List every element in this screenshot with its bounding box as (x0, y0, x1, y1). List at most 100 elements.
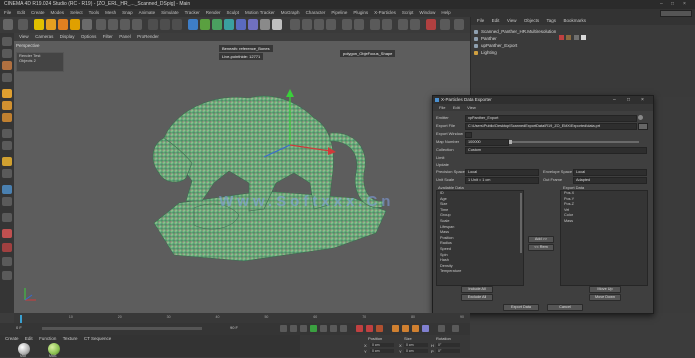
menu-item-mesh[interactable]: Mesh (105, 9, 116, 17)
edges-mode-icon[interactable] (2, 101, 12, 110)
timeline-settings-icon[interactable] (438, 325, 445, 332)
mat-menu-texture[interactable]: Texture (63, 335, 78, 342)
workplane-mode-icon[interactable] (2, 73, 12, 82)
keyframe-selection-icon[interactable] (376, 325, 383, 332)
snap-tool-icon[interactable] (2, 157, 12, 166)
menu-item-tools[interactable]: Tools (89, 9, 100, 17)
camera-icon[interactable] (260, 19, 270, 30)
render-picture-viewer-icon[interactable] (160, 19, 170, 30)
menu-item-snap[interactable]: Snap (122, 9, 133, 17)
menu-item-file[interactable]: File (4, 9, 11, 17)
slider-handle[interactable] (509, 140, 512, 144)
xp-emitter-icon[interactable] (290, 19, 300, 30)
dialog-menu-view[interactable]: View (467, 104, 476, 111)
layout-icon[interactable] (452, 325, 459, 332)
environment-icon[interactable] (248, 19, 258, 30)
menu-item-window[interactable]: Window (419, 9, 435, 17)
sculpt-brush-icon[interactable] (2, 185, 12, 194)
texture-mode-icon[interactable] (2, 61, 12, 70)
live-selection-icon[interactable] (34, 19, 44, 30)
array-icon[interactable] (224, 19, 234, 30)
mat-menu-edit[interactable]: Edit (25, 335, 33, 342)
mat-menu-ct-sequence[interactable]: CT Sequence (84, 335, 111, 342)
link-icon[interactable] (638, 115, 643, 120)
spline-icon[interactable] (200, 19, 210, 30)
rotation-h-field[interactable]: 0° (436, 343, 460, 347)
om-menu-view[interactable]: View (507, 17, 517, 25)
export-file-field[interactable]: C:\Users\Public\Desktop\ScannedExportDat… (465, 123, 637, 130)
previous-frame-icon[interactable] (300, 325, 307, 332)
exclude-all-button[interactable]: Exclude All (461, 294, 493, 301)
object-row[interactable]: Scanned_Panther_HR.Multiresolution (474, 28, 692, 35)
solo-icon[interactable] (2, 169, 12, 178)
envelope-select[interactable]: Local (573, 169, 647, 176)
object-row[interactable]: upPanther_Export (474, 42, 692, 49)
next-frame-icon[interactable] (320, 325, 327, 332)
points-mode-icon[interactable] (2, 89, 12, 98)
menu-item-tracker[interactable]: Tracker (185, 9, 200, 17)
start-frame[interactable]: 0 F (16, 325, 22, 330)
move-icon[interactable] (46, 19, 56, 30)
om-menu-file[interactable]: File (477, 17, 484, 25)
unit-scale-select[interactable]: 1 Unit = 1 cm (465, 177, 539, 184)
rotate-icon[interactable] (70, 19, 80, 30)
rotation-p-field[interactable]: 0° (436, 349, 460, 353)
om-menu-edit[interactable]: Edit (492, 17, 500, 25)
render-view-icon[interactable] (148, 19, 158, 30)
playhead[interactable] (20, 315, 22, 323)
mat-menu-function[interactable]: Function (39, 335, 56, 342)
layout-select[interactable] (660, 10, 692, 17)
go-to-start-icon[interactable] (280, 325, 287, 332)
x-axis-icon[interactable] (96, 19, 106, 30)
export-data-list[interactable]: Pos.X Pos.Y Pos.Z Vel Color Mass (560, 190, 648, 286)
minimize-icon[interactable]: – (660, 1, 663, 7)
deformer-icon[interactable] (236, 19, 246, 30)
object-tags[interactable] (559, 35, 595, 40)
om-menu-bookmarks[interactable]: Bookmarks (563, 17, 586, 25)
last-tool-icon[interactable] (82, 19, 92, 30)
export-data-button[interactable]: Export Data (503, 304, 539, 311)
record-icon[interactable] (2, 229, 12, 238)
timeline-icon[interactable] (2, 271, 12, 280)
move-down-button[interactable]: Move Down (589, 294, 621, 301)
menu-item-motion-tracker[interactable]: Motion Tracker (245, 9, 275, 17)
om-menu-tags[interactable]: Tags (547, 17, 557, 25)
om-menu-objects[interactable]: Objects (524, 17, 539, 25)
autokey-icon[interactable] (366, 325, 373, 332)
map-number-slider[interactable] (509, 140, 639, 144)
xp-modifier-icon[interactable] (326, 19, 336, 30)
make-editable-icon[interactable] (2, 37, 12, 46)
remove-button[interactable]: << Rem (528, 244, 554, 251)
previous-key-icon[interactable] (290, 325, 297, 332)
precision-select[interactable]: Local (465, 169, 539, 176)
light-icon[interactable] (272, 19, 282, 30)
size-y-field[interactable]: 0 cm (404, 349, 428, 353)
browse-button[interactable] (638, 123, 648, 130)
rotation-key-icon[interactable] (412, 325, 419, 332)
scale-key-icon[interactable] (402, 325, 409, 332)
y-axis-icon[interactable] (108, 19, 118, 30)
play-icon[interactable] (310, 325, 317, 332)
range-slider[interactable] (42, 327, 202, 330)
menu-item-modes[interactable]: Modes (51, 9, 65, 17)
viewport-solo-icon[interactable] (2, 213, 12, 222)
axis-mode-icon[interactable] (2, 129, 12, 138)
menu-item-edit[interactable]: Edit (17, 9, 25, 17)
tracker-icon[interactable] (410, 19, 420, 30)
emitter-field[interactable]: xpPanther_Export (465, 115, 637, 122)
record-key-icon[interactable] (356, 325, 363, 332)
collection-select[interactable]: Custom (465, 147, 647, 154)
close-icon[interactable]: × (683, 1, 686, 7)
panther-model[interactable] (14, 33, 470, 313)
timeline-ruler[interactable]: 0102030405060708090 (14, 315, 470, 321)
menu-item-select[interactable]: Select (70, 9, 83, 17)
scrollbar[interactable] (520, 193, 522, 253)
nurbs-icon[interactable] (212, 19, 222, 30)
dialog-close-icon[interactable]: × (641, 97, 644, 103)
mat-menu-create[interactable]: Create (5, 335, 19, 342)
auto-key-icon[interactable] (2, 243, 12, 252)
tweak-mode-icon[interactable] (2, 141, 12, 150)
xp-settings-icon[interactable] (440, 19, 450, 30)
dialog-minimize-icon[interactable]: – (613, 97, 616, 103)
xp-cache-icon[interactable] (426, 19, 436, 30)
